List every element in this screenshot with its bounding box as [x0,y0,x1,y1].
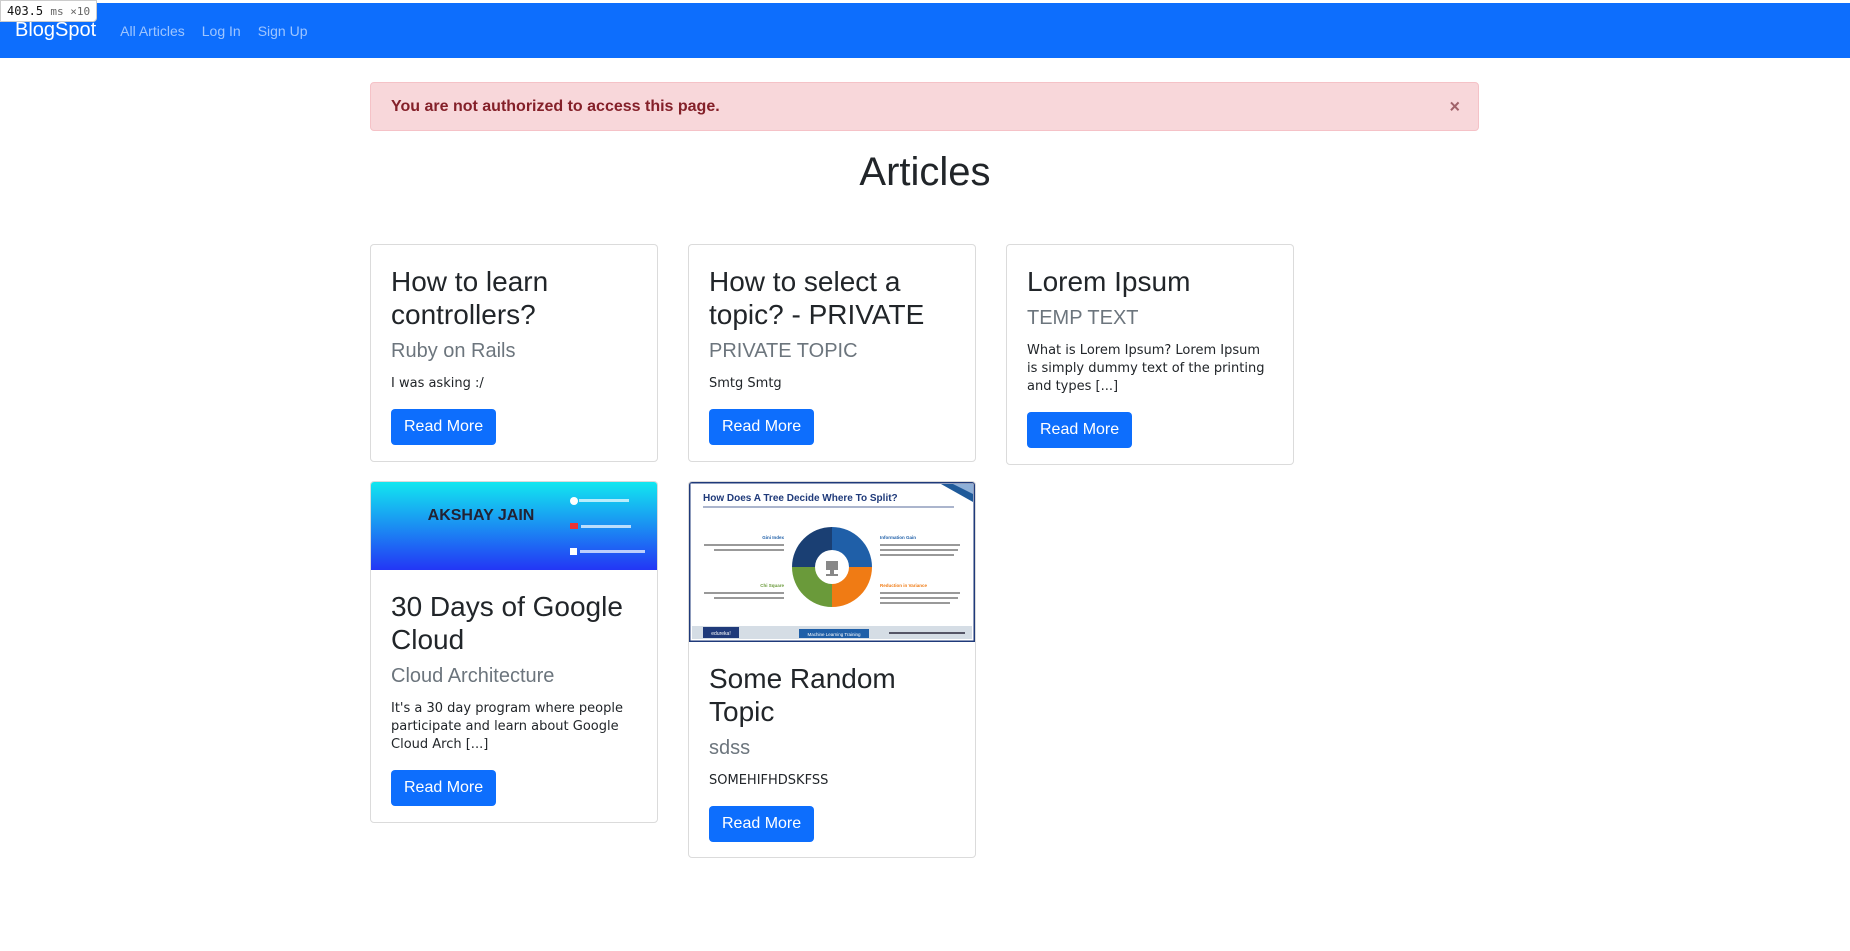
article-subtitle: Cloud Architecture [391,665,555,687]
github-icon [570,497,578,505]
article-excerpt: What is Lorem Ipsum? Lorem Ipsum is simp… [1027,343,1265,394]
alert-message: You are not authorized to access this pa… [391,97,720,115]
mail-icon [570,523,578,529]
article-subtitle: Ruby on Rails [391,340,516,362]
article-infographic-image: How Does A Tree Decide Where To Split? G… [689,482,975,642]
article-card: How to select a topic? - PRIVATE PRIVATE… [688,244,976,462]
read-more-button[interactable]: Read More [709,409,815,445]
close-icon[interactable]: × [1449,96,1460,117]
infographic-label-gini: Gini Index [762,535,784,540]
infographic-label-chi-square: Chi Square [760,583,784,588]
article-banner-image: AKSHAY JAIN [371,482,657,570]
article-title: How to select a topic? - PRIVATE [709,266,925,330]
article-card: How to learn controllers? Ruby on Rails … [370,244,658,462]
read-more-button[interactable]: Read More [391,409,497,445]
infographic-label-variance: Reduction in Variance [880,583,928,588]
article-excerpt: SOMEHIFHDSKFSS [709,773,829,788]
article-excerpt: I was asking :/ [391,376,484,391]
article-subtitle: PRIVATE TOPIC [709,340,858,362]
banner-name: AKSHAY JAIN [428,507,535,524]
infographic-footer-course: Machine Learning Training [807,632,861,637]
perf-unit: ms ×10 [50,5,91,18]
infographic-label-info-gain: Information Gain [880,535,916,540]
article-title: 30 Days of Google Cloud [391,591,623,655]
page-title: Articles [859,150,991,194]
article-subtitle: sdss [709,737,751,759]
article-title: Lorem Ipsum [1027,266,1191,297]
read-more-button[interactable]: Read More [1027,412,1133,448]
article-title: How to learn controllers? [391,266,549,330]
top-navbar: BlogSpot All Articles Log In Sign Up [0,3,1850,58]
article-subtitle: TEMP TEXT [1027,307,1139,329]
performance-counter: 403.5 ms ×10 [0,0,98,22]
read-more-button[interactable]: Read More [709,806,815,842]
article-card: Lorem Ipsum TEMP TEXT What is Lorem Ipsu… [1006,244,1294,465]
infographic-heading: How Does A Tree Decide Where To Split? [703,493,898,504]
nav-all-articles[interactable]: All Articles [120,23,185,39]
article-excerpt: Smtg Smtg [709,376,782,391]
nav-log-in[interactable]: Log In [202,23,241,39]
unauthorized-alert: You are not authorized to access this pa… [370,82,1479,131]
read-more-button[interactable]: Read More [391,770,497,806]
article-excerpt: It's a 30 day program where people parti… [391,701,623,752]
article-card: How Does A Tree Decide Where To Split? G… [688,481,976,858]
article-card: AKSHAY JAIN 30 Days of Google Cloud Clou… [370,481,658,823]
brand-link[interactable]: BlogSpot [15,19,96,42]
infographic-footer-brand: edureka! [711,631,730,637]
article-title: Some Random Topic [709,663,896,727]
nav-sign-up[interactable]: Sign Up [258,23,308,39]
linkedin-icon [570,548,577,555]
perf-value: 403.5 [7,4,44,18]
